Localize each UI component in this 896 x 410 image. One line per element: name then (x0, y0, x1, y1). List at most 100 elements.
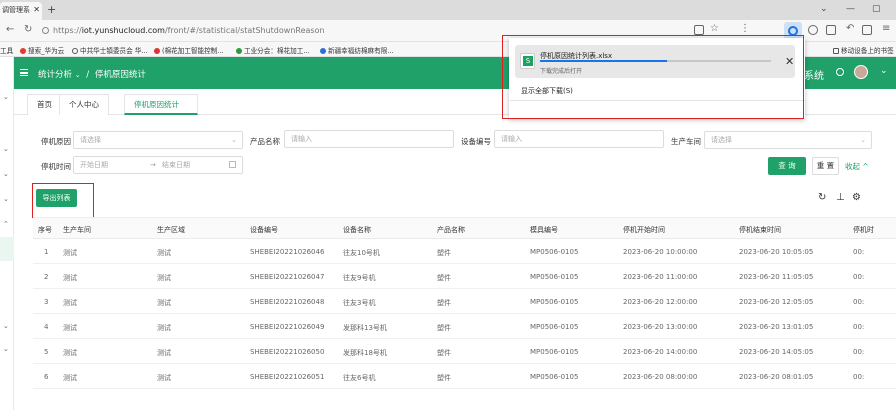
chevron-down-icon[interactable]: ⌄ (3, 145, 9, 153)
globe-icon (72, 48, 78, 54)
table-cell: 2023-06-20 08:01:05 (739, 373, 814, 381)
bookmark-label: 搜索_华为云 (28, 47, 65, 55)
reload-icon[interactable]: ↻ (24, 24, 32, 35)
time-label: 停机时间 (41, 162, 71, 171)
chevron-down-icon[interactable]: ⌄ (3, 322, 9, 330)
calendar-icon (229, 161, 236, 168)
table-cell: 3 (44, 298, 49, 306)
bookmark-label: 新疆幸福纺棉麻有限... (328, 47, 394, 55)
table-cell: 00: (853, 323, 865, 331)
table-cell: MP0506-0105 (530, 298, 579, 306)
menu-icon[interactable]: ≡ (882, 23, 890, 34)
minimize-icon[interactable]: — (846, 4, 855, 14)
chevron-down-icon[interactable]: ⌄ (3, 345, 9, 353)
breadcrumb-parent[interactable]: 统计分析 (38, 70, 72, 80)
chevron-down-icon[interactable]: ⌄ (3, 170, 9, 178)
table-header: 序号 生产车间 生产区域 设备编号 设备名称 产品名称 模具编号 停机开始时间 … (33, 218, 896, 239)
device-input[interactable]: 请输入 (494, 130, 664, 148)
reason-placeholder: 请选择 (80, 136, 101, 144)
workshop-select[interactable]: 请选择 ⌄ (704, 131, 872, 149)
table-cell: 测试 (157, 299, 171, 307)
collapse-link[interactable]: 收起 ^ (845, 161, 869, 172)
hamburger-icon[interactable] (20, 69, 28, 76)
bookmark-item[interactable]: 中共华士镇委员会 华... (72, 45, 148, 55)
reset-button[interactable]: 重 置 (812, 157, 839, 175)
maximize-icon[interactable]: ▢ (872, 4, 881, 14)
date-range-picker[interactable]: 开始日期 → 结束日期 (73, 156, 243, 174)
sidebar-active-item[interactable] (0, 237, 14, 261)
table-cell: 00: (853, 248, 865, 256)
table-cell: 测试 (157, 324, 171, 332)
bookmark-item[interactable]: 新疆幸福纺棉麻有限... (320, 45, 394, 55)
chevron-down-icon[interactable]: ⌄ (880, 66, 888, 76)
table-cell: SHEBEI20221026047 (250, 273, 325, 281)
table-row: 4 测试 测试 SHEBEI20221026049 发那科13号机 塑件 MP0506-01… (33, 314, 896, 339)
favorite-star-icon[interactable]: ☆ (710, 23, 719, 34)
column-height-icon[interactable]: ⊥ (836, 192, 845, 203)
qr-icon[interactable] (694, 25, 704, 35)
close-tab-icon[interactable]: ✕ (33, 2, 40, 18)
bookmark-item[interactable]: (棉花加工智能控制... (154, 45, 224, 55)
settings-gear-icon[interactable]: ⚙ (852, 192, 861, 203)
bookmark-label: 工业分会：棉花加工... (244, 47, 310, 55)
tab-list-chevron-icon[interactable]: ⌄ (820, 4, 828, 14)
tab-home[interactable]: 首页 (27, 94, 62, 115)
profile-icon[interactable] (808, 25, 818, 35)
table-row: 5 测试 测试 SHEBEI20221026050 发那科18号机 塑件 MP0506-01… (33, 339, 896, 364)
breadcrumb: 统计分析 ⌄ / 停机原因统计 (38, 68, 146, 80)
read-aloud-icon[interactable]: ⋮ (740, 23, 750, 34)
tab-shutdown-stats[interactable]: 停机原因统计 (124, 94, 198, 115)
workshop-label: 生产车间 (671, 137, 701, 146)
bookmark-item[interactable]: 移动设备上的书签 (833, 45, 894, 55)
product-input[interactable]: 请输入 (284, 130, 454, 148)
bookmark-label: 中共华士镇委员会 华... (80, 47, 148, 55)
table-cell: 2023-06-20 11:00:00 (623, 273, 698, 281)
table-cell: 测试 (157, 374, 171, 382)
bookmark-item[interactable]: 搜索_华为云 (20, 45, 64, 55)
col-header: 停机开始时间 (623, 226, 665, 234)
table-cell: 测试 (63, 374, 77, 382)
table-row: 2 测试 测试 SHEBEI20221026047 往友9号机 塑件 MP0506-0105… (33, 264, 896, 289)
avatar[interactable] (854, 65, 868, 79)
reason-select[interactable]: 请选择 ⌄ (73, 131, 243, 149)
product-placeholder: 请输入 (291, 135, 312, 143)
bookmark-item[interactable]: 工业分会：棉花加工... (236, 45, 310, 55)
lock-icon (42, 27, 49, 34)
breadcrumb-current: 停机原因统计 (94, 70, 146, 80)
new-tab-icon[interactable]: + (47, 3, 56, 16)
browser-tab[interactable]: 调管理系 ✕ (0, 2, 42, 20)
url-domain: iot.yunshucloud.com (81, 26, 165, 35)
bookmark-label: (棉花加工智能控制... (162, 47, 224, 55)
chevron-down-icon[interactable]: ⌄ (3, 195, 9, 203)
query-button[interactable]: 查 询 (768, 157, 806, 175)
reason-label: 停机原因 (41, 137, 71, 146)
undo-icon[interactable]: ↶ (846, 23, 854, 34)
chevron-up-icon[interactable]: ⌃ (3, 220, 9, 228)
table-cell: 2 (44, 273, 49, 281)
tab-profile[interactable]: 个人中心 (59, 94, 109, 115)
col-header: 序号 (38, 226, 52, 234)
table-row: 3 测试 测试 SHEBEI20221026048 往友3号机 塑件 MP0506-0105… (33, 289, 896, 314)
bookmark-item[interactable]: 工具 (0, 45, 13, 55)
bookmark-label: 移动设备上的书签 (841, 47, 894, 55)
chevron-down-icon[interactable]: ⌄ (3, 93, 9, 101)
table-cell: 测试 (157, 249, 171, 257)
col-header: 停机时 (853, 226, 874, 234)
search-icon[interactable] (836, 68, 844, 76)
check-icon (236, 48, 242, 54)
crop-icon[interactable] (826, 25, 836, 35)
system-title: 系统 (804, 71, 824, 82)
back-icon[interactable]: ← (6, 24, 14, 35)
table-cell: 6 (44, 373, 49, 381)
table-cell: 测试 (63, 249, 77, 257)
refresh-icon[interactable]: ↻ (818, 192, 826, 203)
table-cell: 00: (853, 373, 865, 381)
table-cell: 塑件 (437, 299, 451, 307)
table-cell: 4 (44, 323, 49, 331)
table-cell: MP0506-0105 (530, 248, 579, 256)
shutdown-table: 序号 生产车间 生产区域 设备编号 设备名称 产品名称 模具编号 停机开始时间 … (33, 217, 896, 410)
extensions-icon[interactable] (862, 25, 872, 35)
table-cell: 塑件 (437, 349, 451, 357)
table-cell: 2023-06-20 14:00:00 (623, 348, 698, 356)
col-header: 模具编号 (530, 226, 558, 234)
